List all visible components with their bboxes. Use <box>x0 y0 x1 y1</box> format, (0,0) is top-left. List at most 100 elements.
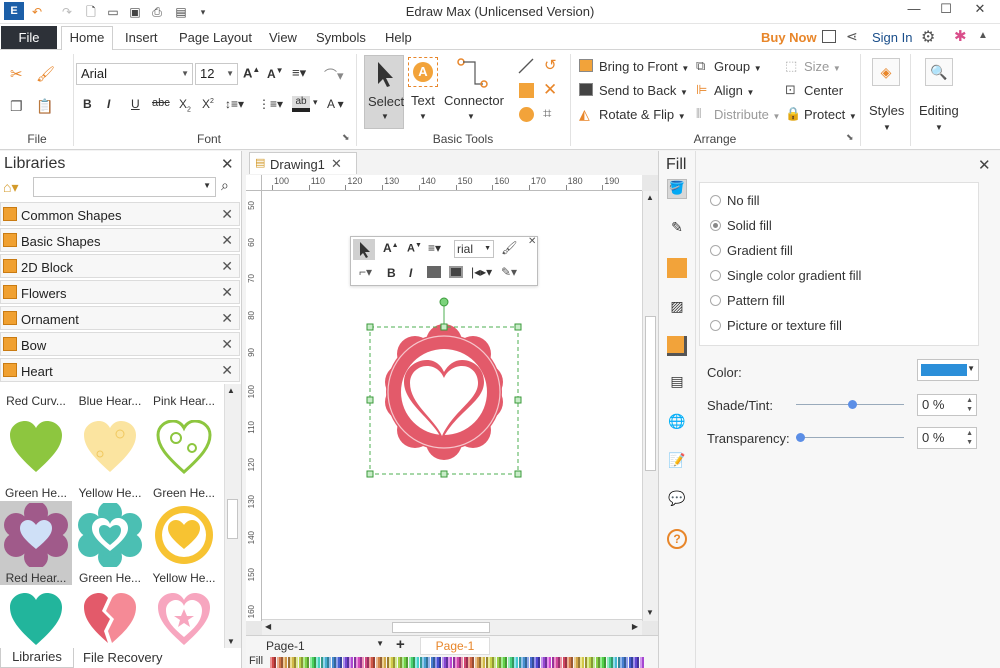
library-category-2d-block[interactable]: 2D Block ✕ <box>0 254 240 278</box>
shape-green-swirl-heart[interactable]: Green He... <box>148 416 220 500</box>
cut-icon[interactable]: ✂ <box>10 65 26 83</box>
subscript-icon[interactable]: X2 <box>179 97 191 113</box>
tab-home[interactable]: Home <box>61 26 113 51</box>
transparency-slider[interactable] <box>796 433 904 442</box>
page-selector[interactable]: Page-1 ▼ <box>266 639 384 653</box>
library-scrollbar[interactable]: ▲ ▼ <box>224 384 241 648</box>
close-library-icon[interactable]: ✕ <box>221 206 233 223</box>
text-tool-icon[interactable]: A <box>408 57 438 87</box>
radio-solid-fill[interactable] <box>710 220 721 231</box>
close-library-icon[interactable]: ✕ <box>221 336 233 353</box>
styles-icon[interactable]: ◈ <box>872 58 900 86</box>
transparency-slider-knob[interactable] <box>796 433 805 442</box>
crop-tool-icon[interactable]: ⌗ <box>543 105 551 122</box>
close-library-icon[interactable]: ✕ <box>221 232 233 249</box>
styles-dropdown-icon[interactable]: ▼ <box>883 123 891 132</box>
bold-icon[interactable]: B <box>83 97 92 111</box>
shape-blue-heart[interactable]: Blue Hear... <box>74 384 146 408</box>
search-icon[interactable]: ⌕ <box>221 177 229 194</box>
line-tab-icon[interactable]: ✎ <box>667 219 687 239</box>
float-italic-icon[interactable]: I <box>409 266 412 280</box>
notes-tab-icon[interactable]: 📝 <box>667 452 687 472</box>
close-window-button[interactable]: ✕ <box>964 0 996 20</box>
home-library-icon[interactable]: ⌂▾ <box>3 179 18 196</box>
copy-icon[interactable]: ❐ <box>10 98 26 114</box>
shape-red-heart-selected[interactable]: Red Hear... <box>0 501 72 585</box>
shape-teal-heart[interactable] <box>0 587 72 649</box>
float-select-icon[interactable] <box>353 239 375 260</box>
size-button[interactable]: Size ▼ <box>804 59 841 74</box>
arc-tool-icon[interactable]: ↺ <box>544 56 557 74</box>
shade-tint-slider[interactable] <box>796 400 904 409</box>
layers-tab-icon[interactable] <box>667 336 687 356</box>
close-libraries-icon[interactable]: ✕ <box>221 155 234 173</box>
hyperlink-tab-icon[interactable]: 🌐 <box>667 413 687 433</box>
settings-gear-icon[interactable]: ⚙ <box>921 27 935 47</box>
float-shrink-font-icon[interactable]: A▼ <box>407 242 422 255</box>
select-tool-button[interactable]: Select ▼ <box>364 55 404 129</box>
float-font-combo[interactable]: rial ▼ <box>454 240 494 258</box>
close-library-icon[interactable]: ✕ <box>221 362 233 379</box>
image-tab-icon[interactable]: ▨ <box>667 298 687 318</box>
library-category-flowers[interactable]: Flowers ✕ <box>0 280 240 304</box>
connector-tool-label[interactable]: Connector <box>444 93 504 108</box>
shade-tint-slider-knob[interactable] <box>848 400 857 409</box>
ellipse-tool-icon[interactable] <box>519 107 534 122</box>
float-connector-icon[interactable]: ⌐▾ <box>359 265 372 279</box>
document-tab[interactable]: ▤ Drawing1 ✕ <box>249 152 357 174</box>
comment-tab-icon[interactable]: 💬 <box>667 490 687 510</box>
group-button[interactable]: Group ▼ <box>714 59 762 74</box>
float-edit-icon[interactable]: ✎▾ <box>501 265 517 279</box>
float-close-icon[interactable]: ✕ <box>528 236 536 247</box>
tab-view[interactable]: View <box>269 30 297 45</box>
highlight-color-icon[interactable]: ab <box>292 96 310 112</box>
libraries-bottom-tab[interactable]: Libraries <box>0 648 74 668</box>
buy-now-link[interactable]: Buy Now <box>761 30 817 45</box>
editing-button[interactable]: Editing <box>919 103 959 118</box>
radio-gradient-fill[interactable] <box>710 245 721 256</box>
shape-yellow-heart[interactable]: Yellow He... <box>74 416 146 500</box>
bullets-icon[interactable]: ⋮≡▾ <box>258 97 283 111</box>
protect-button[interactable]: Protect ▼ <box>804 107 857 122</box>
shape-pink-star-heart[interactable] <box>148 587 220 649</box>
line-spacing-icon[interactable]: ↕≡▾ <box>225 97 244 111</box>
float-distribute-icon[interactable]: |◂▸▾ <box>471 265 492 279</box>
shadow-tab-icon[interactable] <box>667 258 687 278</box>
editing-search-icon[interactable]: 🔍 <box>925 58 953 86</box>
tab-help[interactable]: Help <box>385 30 412 45</box>
float-bold-icon[interactable]: B <box>387 266 396 280</box>
tab-page-layout[interactable]: Page Layout <box>179 30 252 45</box>
close-document-icon[interactable]: ✕ <box>331 156 342 172</box>
float-format-painter-icon[interactable]: 🖌 <box>501 240 518 256</box>
rotate-handle[interactable] <box>439 297 449 307</box>
maximize-button[interactable]: ☐ <box>930 0 962 20</box>
connector-tool-icon[interactable] <box>457 58 489 88</box>
color-picker[interactable]: ▼ <box>917 359 979 381</box>
distribute-button[interactable]: Distribute ▼ <box>714 107 780 122</box>
connector-dropdown-icon[interactable]: ▼ <box>467 112 475 121</box>
radio-no-fill[interactable] <box>710 195 721 206</box>
file-recovery-tab[interactable]: File Recovery <box>83 650 162 665</box>
library-category-heart[interactable]: Heart ✕ <box>0 358 240 382</box>
center-button[interactable]: Center <box>804 83 843 98</box>
file-menu-button[interactable]: File <box>1 26 57 49</box>
help-tab-icon[interactable]: ? <box>667 529 687 549</box>
line-tool-icon[interactable] <box>518 58 534 74</box>
font-name-combo[interactable]: Arial ▼ <box>76 63 193 85</box>
bring-to-front-button[interactable]: Bring to Front ▼ <box>599 59 689 74</box>
tab-symbols[interactable]: Symbols <box>316 30 366 45</box>
italic-icon[interactable]: I <box>107 97 110 111</box>
send-to-back-button[interactable]: Send to Back ▼ <box>599 83 688 98</box>
shape-broken-heart[interactable] <box>74 587 146 649</box>
transparency-input[interactable]: 0 % ▲ ▼ <box>917 427 977 449</box>
format-painter-icon[interactable]: 🖌 <box>36 65 55 83</box>
selected-heart-shape[interactable] <box>360 292 528 482</box>
library-category-common-shapes[interactable]: Common Shapes ✕ <box>0 202 240 226</box>
radio-picture-texture-fill[interactable] <box>710 320 721 331</box>
font-size-combo[interactable]: 12 ▼ <box>195 63 238 85</box>
palette-swatch[interactable] <box>641 657 644 668</box>
highlight-dropdown-icon[interactable]: ▾ <box>313 97 318 108</box>
library-category-ornament[interactable]: Ornament ✕ <box>0 306 240 330</box>
library-category-basic-shapes[interactable]: Basic Shapes ✕ <box>0 228 240 252</box>
float-send-back-icon[interactable] <box>449 266 463 278</box>
